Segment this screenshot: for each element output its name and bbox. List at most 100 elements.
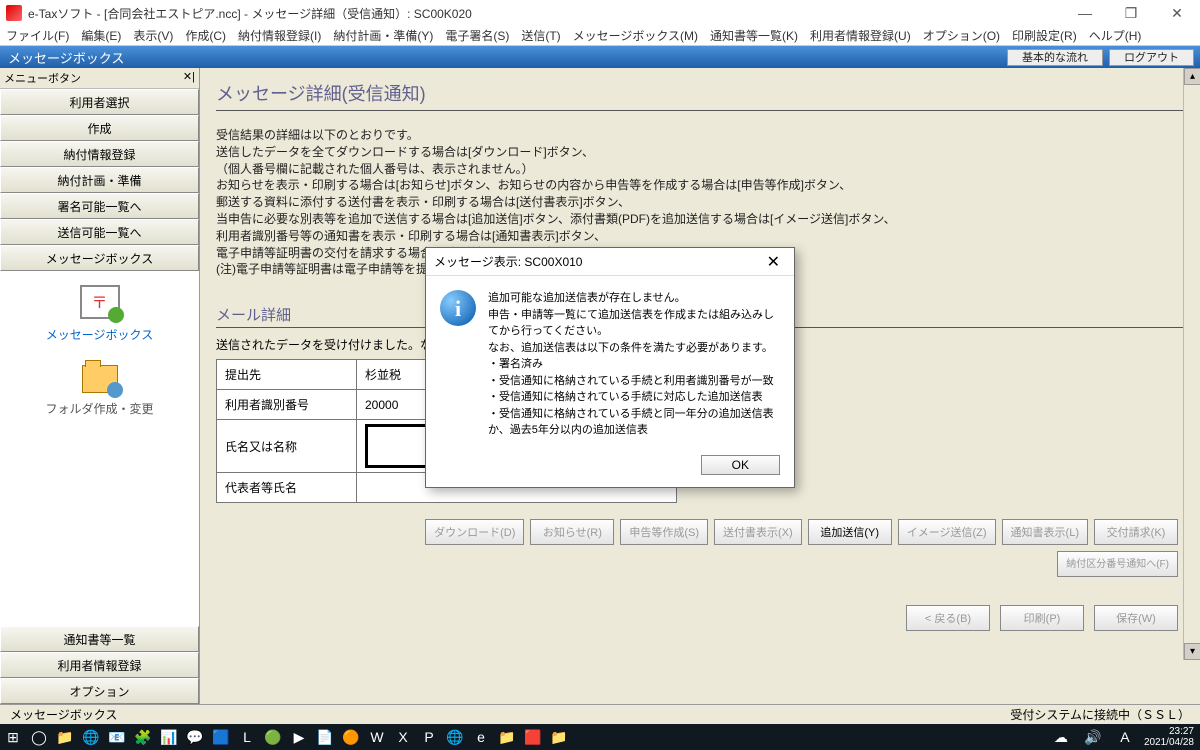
dialog-line: ・受信通知に格納されている手続に対応した追加送信表 [488,389,780,406]
task-icon[interactable]: 💬 [182,724,208,750]
task-icon[interactable]: 📄 [312,724,338,750]
dialog-title: メッセージ表示: SC00X010 [434,253,582,270]
page-title: メッセージ詳細(受信通知) [216,74,1190,111]
task-icon[interactable]: 🧩 [130,724,156,750]
task-icon[interactable]: ◯ [26,724,52,750]
menu-noufu[interactable]: 納付情報登録(I) [238,27,321,44]
folder-icon[interactable] [82,365,118,393]
menu-file[interactable]: ファイル(F) [6,27,69,44]
sidebar-btn-notice-list[interactable]: 通知書等一覧 [0,626,199,652]
task-icon[interactable]: 📁 [546,724,572,750]
back-button[interactable]: < 戻る(B) [906,605,990,631]
menu-plan[interactable]: 納付計画・準備(Y) [333,27,433,44]
explain-line: お知らせを表示・印刷する場合は[お知らせ]ボタン、お知らせの内容から申告等を作成… [216,177,1190,194]
scroll-down-icon[interactable]: ▾ [1184,643,1200,660]
menu-sign[interactable]: 電子署名(S) [445,27,509,44]
menu-edit[interactable]: 編集(E) [81,27,121,44]
menu-notice[interactable]: 通知書等一覧(K) [710,27,798,44]
menu-msgbox[interactable]: メッセージボックス(M) [573,27,698,44]
menu-send[interactable]: 送信(T) [521,27,560,44]
task-icon[interactable]: 📁 [52,724,78,750]
task-icon[interactable]: P [416,724,442,750]
tsuika-soushin-button[interactable]: 追加送信(Y) [808,519,892,545]
tsuuchisho-button[interactable]: 通知書表示(L) [1002,519,1088,545]
menu-help[interactable]: ヘルプ(H) [1089,27,1142,44]
clock-time: 23:27 [1144,726,1194,737]
sidebar-btn-option[interactable]: オプション [0,678,199,704]
sidebar: メニューボタン ✕| 利用者選択 作成 納付情報登録 納付計画・準備 署名可能一… [0,68,200,704]
sidebar-btn-sendlist[interactable]: 送信可能一覧へ [0,219,199,245]
dialog-line: 申告・申請等一覧にて追加送信表を作成または組み込みしてから行ってください。 [488,307,780,340]
window-title: e-Taxソフト - [合同会社エストピア.ncc] - メッセージ詳細（受信通… [28,5,472,22]
message-dialog: メッセージ表示: SC00X010 ✕ i 追加可能な追加送信表が存在しません。… [425,247,795,488]
folder-link[interactable]: フォルダ作成・変更 [0,400,199,417]
task-icon[interactable]: X [390,724,416,750]
taskbar-clock[interactable]: 23:27 2021/04/28 [1144,726,1194,748]
dialog-line: ・署名済み [488,356,780,373]
section-header-title: メッセージボックス [8,48,124,67]
task-icon[interactable]: 📧 [104,724,130,750]
task-icon[interactable]: L [234,724,260,750]
tray-ime-icon[interactable]: A [1112,724,1138,750]
koufu-button[interactable]: 交付請求(K) [1094,519,1178,545]
info-icon: i [440,290,476,326]
shinkoku-button[interactable]: 申告等作成(S) [620,519,708,545]
image-soushin-button[interactable]: イメージ送信(Z) [898,519,996,545]
sidebar-btn-user-select[interactable]: 利用者選択 [0,89,199,115]
sidebar-close-icon[interactable]: ✕| [183,70,195,86]
soufusho-button[interactable]: 送付書表示(X) [714,519,802,545]
sidebar-btn-create[interactable]: 作成 [0,115,199,141]
dialog-close-button[interactable]: ✕ [761,252,786,272]
sidebar-btn-userinfo[interactable]: 利用者情報登録 [0,652,199,678]
task-icon[interactable]: ▶ [286,724,312,750]
download-button[interactable]: ダウンロード(D) [425,519,524,545]
sidebar-btn-noufu[interactable]: 納付情報登録 [0,141,199,167]
sidebar-btn-signlist[interactable]: 署名可能一覧へ [0,193,199,219]
explain-line: （個人番号欄に記載された個人番号は、表示されません。） [216,161,1190,178]
menu-create[interactable]: 作成(C) [185,27,226,44]
explain-line: 送信したデータを全てダウンロードする場合は[ダウンロード]ボタン、 [216,144,1190,161]
task-icon[interactable]: 📁 [494,724,520,750]
sidebar-btn-msgbox[interactable]: メッセージボックス [0,245,199,271]
sidebar-header: メニューボタン ✕| [0,68,199,89]
dialog-text: 追加可能な追加送信表が存在しません。 申告・申請等一覧にて追加送信表を作成または… [488,290,780,439]
start-button[interactable]: ⊞ [0,724,26,750]
task-icon[interactable]: W [364,724,390,750]
scroll-up-icon[interactable]: ▴ [1184,68,1200,85]
minimize-button[interactable]: ― [1062,0,1108,26]
msgbox-icon[interactable] [80,285,120,319]
flow-button[interactable]: 基本的な流れ [1007,49,1103,66]
noufu-kubun-button[interactable]: 納付区分番号通知へ(F) [1057,551,1178,577]
tray-icon[interactable]: 🔊 [1080,724,1106,750]
task-icon[interactable]: 🌐 [442,724,468,750]
menu-view[interactable]: 表示(V) [133,27,173,44]
explain-line: 利用者識別番号等の通知書を表示・印刷する場合は[通知書表示]ボタン、 [216,228,1190,245]
menu-userreg[interactable]: 利用者情報登録(U) [810,27,911,44]
vertical-scrollbar[interactable]: ▴ ▾ [1183,68,1200,660]
save-button[interactable]: 保存(W) [1094,605,1178,631]
tray-icon[interactable]: ☁ [1048,724,1074,750]
task-icon[interactable]: 🟦 [208,724,234,750]
menu-bar[interactable]: ファイル(F) 編集(E) 表示(V) 作成(C) 納付情報登録(I) 納付計画… [0,26,1200,46]
task-icon[interactable]: 🟢 [260,724,286,750]
cell-label: 氏名又は名称 [217,420,357,473]
oshirase-button[interactable]: お知らせ(R) [530,519,614,545]
msgbox-link[interactable]: メッセージボックス [0,326,199,343]
sidebar-btn-plan[interactable]: 納付計画・準備 [0,167,199,193]
sidebar-header-label: メニューボタン [4,70,81,86]
task-icon[interactable]: 🟥 [520,724,546,750]
maximize-button[interactable]: ❐ [1108,0,1154,26]
logout-button[interactable]: ログアウト [1109,49,1194,66]
task-icon[interactable]: e [468,724,494,750]
dialog-ok-button[interactable]: OK [701,455,780,475]
close-button[interactable]: ✕ [1154,0,1200,26]
print-button[interactable]: 印刷(P) [1000,605,1084,631]
menu-option[interactable]: オプション(O) [923,27,1000,44]
taskbar[interactable]: ⊞ ◯ 📁 🌐 📧 🧩 📊 💬 🟦 L 🟢 ▶ 📄 🟠 W X P 🌐 e 📁 … [0,724,1200,750]
task-icon[interactable]: 🌐 [78,724,104,750]
dialog-line: ・受信通知に格納されている手続と利用者識別番号が一致 [488,373,780,390]
task-icon[interactable]: 🟠 [338,724,364,750]
explain-line: 受信結果の詳細は以下のとおりです。 [216,127,1190,144]
task-icon[interactable]: 📊 [156,724,182,750]
menu-print[interactable]: 印刷設定(R) [1012,27,1077,44]
